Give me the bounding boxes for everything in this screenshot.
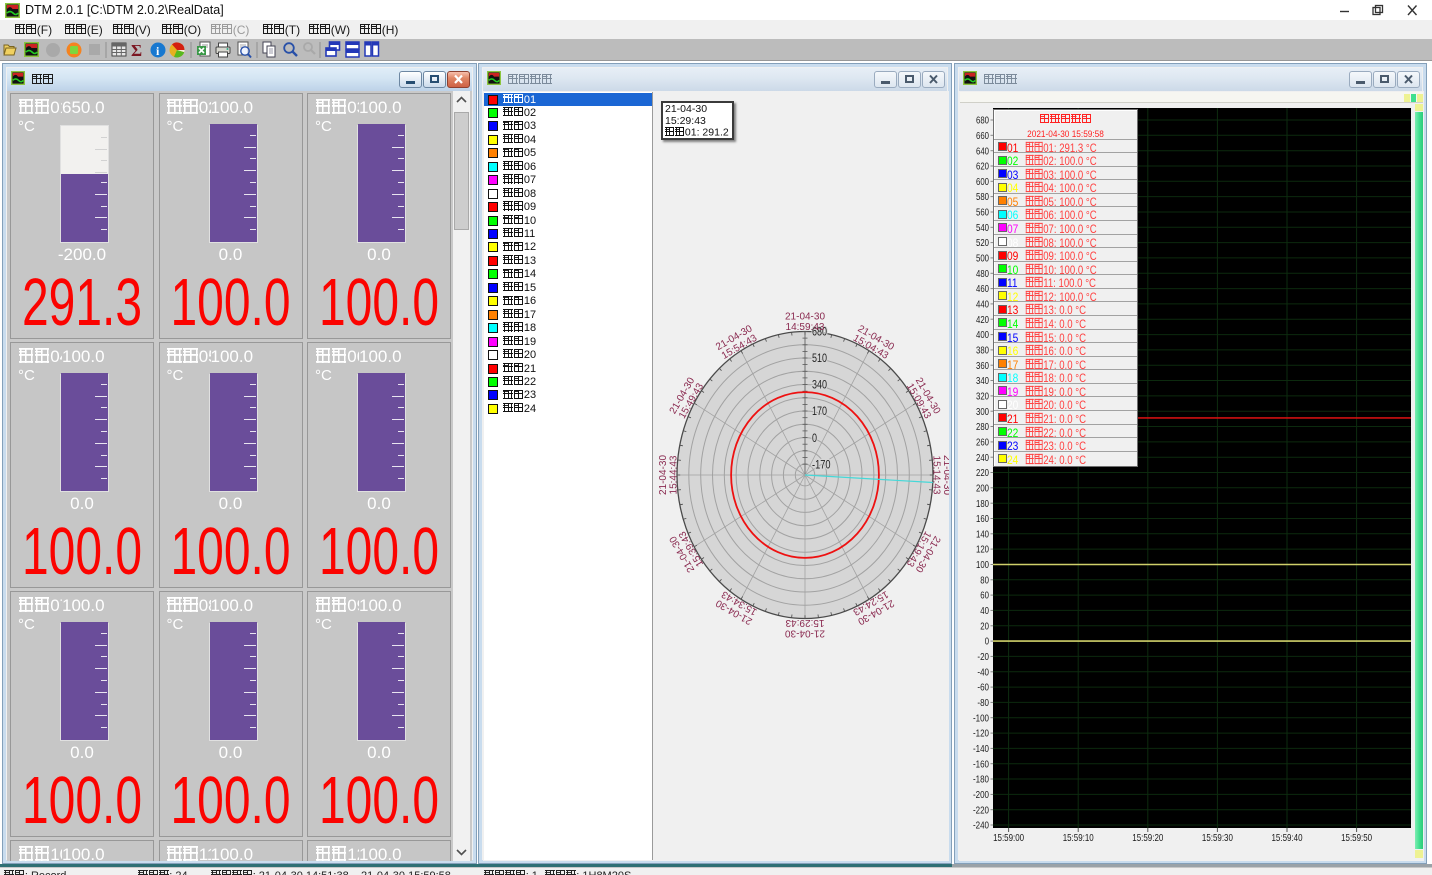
svg-text:-220: -220 [973, 804, 989, 816]
svg-text:660: 660 [976, 130, 989, 142]
svg-text:-160: -160 [973, 758, 989, 770]
svg-text:540: 540 [976, 222, 989, 234]
svg-text:340: 340 [812, 380, 827, 392]
svg-text:280: 280 [976, 421, 989, 433]
svg-text:120: 120 [976, 544, 989, 556]
svg-text:600: 600 [976, 176, 989, 188]
svg-text:-180: -180 [973, 774, 989, 786]
svg-text:15:59:00: 15:59:00 [993, 832, 1024, 844]
svg-text:14:59:43: 14:59:43 [786, 322, 825, 333]
svg-text:15:14:43: 15:14:43 [931, 456, 942, 495]
svg-text:340: 340 [976, 375, 989, 387]
svg-text:440: 440 [976, 299, 989, 311]
svg-text:20: 20 [980, 620, 989, 632]
svg-text:15:29:43: 15:29:43 [785, 617, 824, 628]
svg-text:15:59:10: 15:59:10 [1063, 832, 1094, 844]
svg-text:510: 510 [812, 353, 827, 365]
svg-text:-200: -200 [973, 789, 989, 801]
svg-text:360: 360 [976, 360, 989, 372]
svg-text:-20: -20 [977, 651, 989, 663]
svg-text:180: 180 [976, 498, 989, 510]
svg-text:500: 500 [976, 253, 989, 265]
svg-text:520: 520 [976, 237, 989, 249]
svg-text:160: 160 [976, 513, 989, 525]
svg-text:15:59:20: 15:59:20 [1132, 832, 1163, 844]
svg-text:460: 460 [976, 283, 989, 295]
svg-text:80: 80 [980, 574, 989, 586]
svg-text:220: 220 [976, 467, 989, 479]
svg-text:40: 40 [980, 605, 989, 617]
svg-text:240: 240 [976, 452, 989, 464]
svg-text:-80: -80 [977, 697, 989, 709]
svg-text:170: 170 [812, 406, 827, 418]
svg-text:580: 580 [976, 191, 989, 203]
svg-text:-100: -100 [973, 712, 989, 724]
svg-text:21-04-30: 21-04-30 [785, 312, 825, 323]
svg-text:680: 680 [976, 115, 989, 127]
svg-text:-60: -60 [977, 682, 989, 694]
svg-text:560: 560 [976, 207, 989, 219]
svg-text:0: 0 [985, 636, 989, 648]
svg-text:0: 0 [812, 433, 817, 445]
svg-text:380: 380 [976, 345, 989, 357]
svg-text:320: 320 [976, 391, 989, 403]
svg-text:300: 300 [976, 406, 989, 418]
svg-text:140: 140 [976, 528, 989, 540]
svg-text:420: 420 [976, 314, 989, 326]
svg-text:640: 640 [976, 145, 989, 157]
svg-text:15:59:30: 15:59:30 [1202, 832, 1233, 844]
svg-text:21-04-30: 21-04-30 [658, 455, 669, 495]
svg-text:-120: -120 [973, 728, 989, 740]
svg-text:-170: -170 [812, 459, 831, 471]
svg-text:15:59:40: 15:59:40 [1272, 832, 1303, 844]
svg-text:260: 260 [976, 437, 989, 449]
svg-text:60: 60 [980, 590, 989, 602]
svg-text:620: 620 [976, 161, 989, 173]
svg-text:-40: -40 [977, 666, 989, 678]
svg-text:21-04-30: 21-04-30 [785, 628, 825, 639]
svg-text:480: 480 [976, 268, 989, 280]
svg-text:100: 100 [976, 559, 989, 571]
svg-text:Σ: Σ [131, 41, 142, 60]
svg-text:200: 200 [976, 482, 989, 494]
svg-text:15:59:50: 15:59:50 [1341, 832, 1372, 844]
svg-text:15:44:43: 15:44:43 [669, 455, 680, 494]
svg-text:-240: -240 [973, 820, 989, 832]
svg-text:-140: -140 [973, 743, 989, 755]
svg-text:400: 400 [976, 329, 989, 341]
